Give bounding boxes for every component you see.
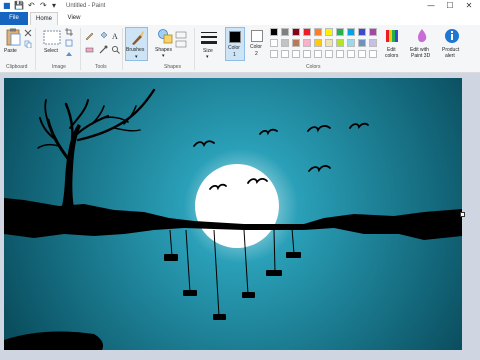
- palette-swatch[interactable]: [325, 28, 333, 36]
- palette-swatch[interactable]: [358, 39, 366, 47]
- palette-swatch[interactable]: [358, 28, 366, 36]
- chevron-down-icon: ▾: [135, 54, 138, 60]
- canvas-workspace: [0, 73, 480, 360]
- select-button[interactable]: Select: [44, 48, 58, 54]
- paint3d-icon[interactable]: [415, 28, 429, 44]
- palette-swatch[interactable]: [369, 39, 377, 47]
- palette-swatch[interactable]: [347, 50, 355, 58]
- paste-icon[interactable]: [5, 28, 21, 46]
- palette-swatch[interactable]: [303, 28, 311, 36]
- palette-swatch[interactable]: [303, 50, 311, 58]
- rotate-icon[interactable]: [65, 50, 73, 58]
- palette-swatch[interactable]: [369, 28, 377, 36]
- palette-swatch[interactable]: [369, 50, 377, 58]
- palette-swatch[interactable]: [281, 28, 289, 36]
- shapes-group-label: Shapes: [164, 64, 181, 70]
- undo-icon[interactable]: ↶: [28, 1, 35, 11]
- color-picker-icon[interactable]: [99, 45, 108, 54]
- palette-swatch[interactable]: [281, 39, 289, 47]
- paint-app-icon: ■: [3, 1, 11, 10]
- edit-colors-line2[interactable]: colors: [385, 53, 398, 59]
- select-icon[interactable]: [43, 30, 61, 45]
- color1-number: 1: [233, 52, 236, 58]
- ribbon-tab-bar: File Home View: [0, 12, 480, 25]
- colors-group-label: Colors: [306, 64, 321, 70]
- tab-home[interactable]: Home: [30, 12, 58, 25]
- color-palette: [270, 28, 380, 60]
- resize-icon[interactable]: [65, 39, 73, 47]
- palette-swatch[interactable]: [292, 50, 300, 58]
- palette-swatch[interactable]: [347, 28, 355, 36]
- customize-quick-access-icon[interactable]: ▾: [52, 1, 56, 11]
- title-bar: ■ 💾 ↶ ↷ ▾ Untitled - Paint — ☐ ✕: [0, 0, 480, 12]
- save-icon[interactable]: 💾: [14, 1, 24, 11]
- color1-label: Color: [228, 45, 240, 51]
- color-wheel-icon[interactable]: [385, 29, 399, 43]
- palette-swatch[interactable]: [347, 39, 355, 47]
- palette-swatch[interactable]: [325, 39, 333, 47]
- palette-swatch[interactable]: [314, 28, 322, 36]
- cut-icon[interactable]: [24, 29, 32, 37]
- close-button[interactable]: ✕: [462, 0, 476, 11]
- palette-swatch[interactable]: [336, 50, 344, 58]
- product-alert-icon[interactable]: [444, 28, 460, 44]
- minimize-button[interactable]: —: [424, 0, 438, 11]
- paste-button[interactable]: Paste: [4, 48, 17, 54]
- palette-swatch[interactable]: [270, 50, 278, 58]
- brushes-label: Brushes: [126, 47, 145, 53]
- image-group-label: Image: [52, 64, 66, 70]
- text-icon[interactable]: A: [111, 31, 120, 40]
- size-icon[interactable]: [200, 31, 218, 45]
- chevron-down-icon: ▾: [206, 54, 209, 60]
- palette-swatch[interactable]: [358, 50, 366, 58]
- palette-swatch[interactable]: [314, 39, 322, 47]
- color1-button[interactable]: Color 1: [225, 27, 245, 61]
- tab-view[interactable]: View: [62, 12, 86, 25]
- palette-swatch[interactable]: [325, 50, 333, 58]
- brush-icon: [132, 31, 144, 45]
- edit-with-paint3d-line2[interactable]: Paint 3D: [411, 53, 430, 59]
- drawing-canvas[interactable]: [4, 78, 462, 350]
- color2-button[interactable]: Color 2: [248, 27, 268, 61]
- palette-swatch[interactable]: [281, 50, 289, 58]
- copy-icon[interactable]: [24, 40, 32, 48]
- maximize-button[interactable]: ☐: [443, 0, 457, 11]
- fill-icon[interactable]: [99, 31, 108, 40]
- color2-swatch: [251, 30, 263, 42]
- color2-number: 2: [255, 51, 258, 57]
- magnifier-icon[interactable]: [111, 45, 120, 54]
- palette-swatch[interactable]: [336, 28, 344, 36]
- tab-file[interactable]: File: [0, 12, 28, 25]
- moon: [195, 164, 279, 248]
- palette-swatch[interactable]: [303, 39, 311, 47]
- shapes-icon[interactable]: [157, 28, 173, 44]
- brushes-button[interactable]: Brushes ▾: [125, 27, 148, 61]
- clipboard-group-label: Clipboard: [6, 64, 28, 70]
- shape-options-icon[interactable]: [174, 30, 188, 58]
- palette-swatch[interactable]: [292, 28, 300, 36]
- ribbon: Paste Clipboard Select Image A Tools Bru…: [0, 25, 480, 73]
- canvas-resize-handle[interactable]: [460, 212, 465, 217]
- svg-text:A: A: [112, 32, 118, 40]
- pencil-icon[interactable]: [85, 31, 94, 40]
- product-alert-line2[interactable]: alert: [445, 53, 455, 59]
- eraser-icon[interactable]: [85, 45, 94, 54]
- redo-icon[interactable]: ↷: [40, 1, 47, 11]
- color1-swatch: [229, 31, 241, 43]
- crop-icon[interactable]: [65, 28, 73, 36]
- palette-swatch[interactable]: [336, 39, 344, 47]
- palette-swatch[interactable]: [270, 28, 278, 36]
- palette-swatch[interactable]: [292, 39, 300, 47]
- palette-swatch[interactable]: [270, 39, 278, 47]
- tools-group-label: Tools: [95, 64, 107, 70]
- window-title: Untitled - Paint: [66, 3, 106, 9]
- color2-label: Color: [250, 44, 262, 50]
- chevron-down-icon: ▾: [162, 53, 165, 59]
- palette-swatch[interactable]: [314, 50, 322, 58]
